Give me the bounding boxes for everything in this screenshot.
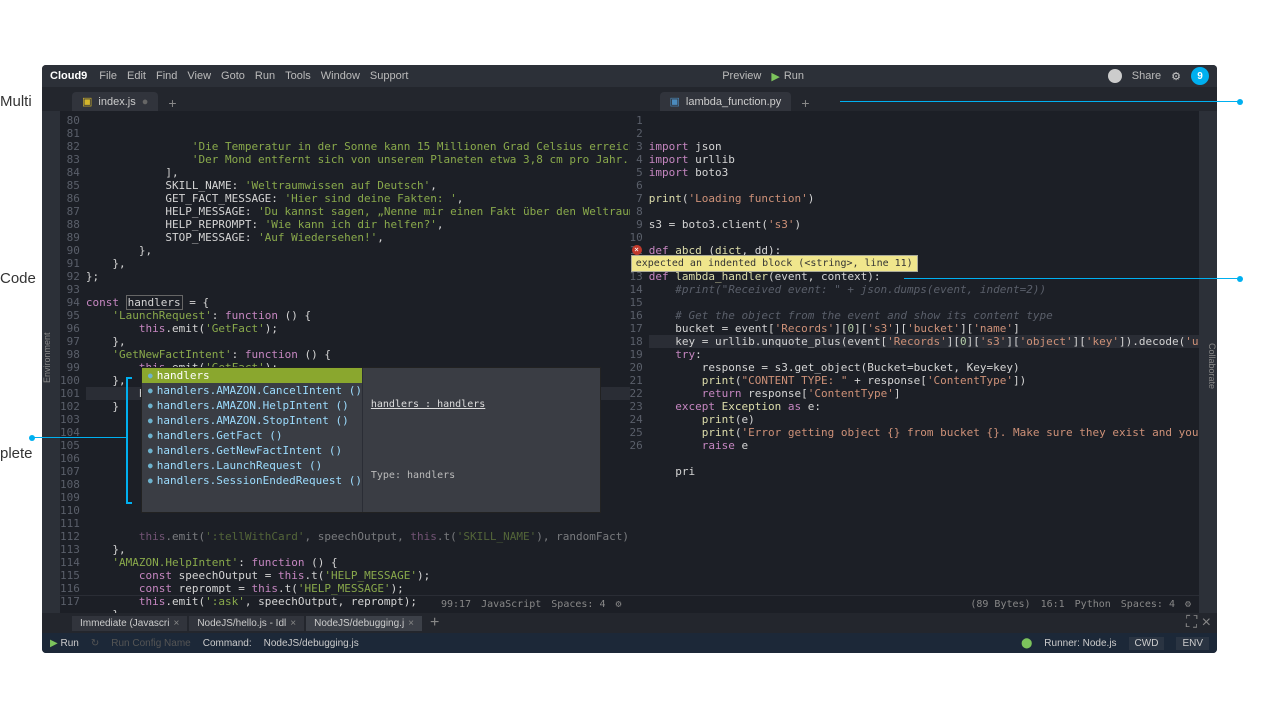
close-icon[interactable]: × — [408, 618, 414, 629]
env-button[interactable]: ENV — [1176, 637, 1209, 650]
menu-view[interactable]: View — [187, 70, 211, 82]
bottom-tabs: Immediate (Javascri ×NodeJS/hello.js - I… — [42, 613, 1217, 633]
run-button[interactable]: ▶Run — [771, 70, 804, 83]
annotation-line — [840, 101, 1240, 102]
share-button[interactable]: Share — [1132, 70, 1161, 82]
menu-run[interactable]: Run — [255, 70, 275, 82]
restart-icon[interactable]: ↻ — [91, 638, 99, 649]
menu-file[interactable]: File — [99, 70, 117, 82]
play-icon: ▶ — [771, 70, 779, 83]
sidepanel-collaborate[interactable]: Collaborate — [1207, 343, 1217, 389]
autocomplete-item[interactable]: ●handlers.SessionEndedRequest () — [142, 473, 362, 488]
add-tab-button[interactable]: + — [160, 95, 184, 111]
preview-button[interactable]: Preview — [722, 70, 761, 82]
add-tab-button-right[interactable]: + — [793, 95, 817, 111]
bottom-tab[interactable]: Immediate (Javascri × — [72, 616, 187, 631]
right-status-bar: (89 Bytes) 16:1 Python Spaces: 4 ⚙ — [630, 595, 1200, 613]
menu-edit[interactable]: Edit — [127, 70, 146, 82]
run-config-name-input[interactable]: Run Config Name — [111, 638, 190, 649]
sidepanel-environment[interactable]: Environment — [42, 333, 52, 384]
language-mode[interactable]: Python — [1075, 599, 1111, 610]
command-label: Command: — [203, 638, 252, 649]
left-gutter[interactable]: 8081828384858687888990919293949596979899… — [60, 111, 86, 595]
right-gutter[interactable]: 1234567891011×12131415161718192021222324… — [630, 111, 649, 595]
add-bottom-tab[interactable]: + — [424, 614, 445, 632]
tab-bar: ▣ index.js ● + ▣ lambda_function.py + — [42, 87, 1217, 111]
code-hint-tooltip: expected an indented block (<string>, li… — [631, 255, 918, 272]
run-config-bar: ▶ Run ↻ Run Config Name Command: NodeJS/… — [42, 633, 1217, 653]
indent-setting[interactable]: Spaces: 4 — [1121, 599, 1175, 610]
menu-support[interactable]: Support — [370, 70, 409, 82]
brand[interactable]: Cloud9 — [50, 70, 87, 82]
left-code-content[interactable]: 'Die Temperatur in der Sonne kann 15 Mil… — [86, 111, 630, 595]
tab-modified-dot-icon: ● — [142, 96, 149, 108]
annotation-multi: Multi — [0, 93, 32, 110]
gear-icon[interactable]: ⚙ — [1171, 70, 1181, 83]
autocomplete-item[interactable]: ●handlers.AMAZON.HelpIntent () — [142, 398, 362, 413]
annotation-line — [904, 278, 1240, 279]
menu-find[interactable]: Find — [156, 70, 177, 82]
right-code-content[interactable]: import jsonimport urllibimport boto3prin… — [649, 111, 1199, 595]
tab-lambda-function[interactable]: ▣ lambda_function.py — [660, 92, 792, 111]
cursor-position: 16:1 — [1041, 599, 1065, 610]
bracket-icon — [126, 377, 132, 504]
bottom-tab[interactable]: NodeJS/hello.js - Idl × — [189, 616, 304, 631]
autocomplete-item[interactable]: ●handlers — [142, 368, 362, 383]
right-sidepanel: CollaborateOutlineAWS ResourcesDebugger — [1199, 111, 1217, 613]
menu-tools[interactable]: Tools — [285, 70, 311, 82]
menu-goto[interactable]: Goto — [221, 70, 245, 82]
user-avatar-icon[interactable] — [1108, 69, 1122, 83]
autocomplete-item[interactable]: ●handlers.GetFact () — [142, 428, 362, 443]
ide-window: Cloud9 File Edit Find View Goto Run Tools Windo… — [42, 65, 1217, 653]
play-icon: ▶ — [50, 638, 58, 649]
file-size: (89 Bytes) — [970, 599, 1030, 610]
js-file-icon: ▣ — [82, 95, 92, 108]
annotation-code-hinting: Code — [0, 270, 36, 287]
annotation-autocomplete: plete — [0, 445, 33, 462]
left-sidepanel: EnvironmentNavigateCommands — [42, 111, 60, 613]
autocomplete-item[interactable]: ●handlers.AMAZON.CancelIntent () — [142, 383, 362, 398]
panel-controls[interactable]: ⛶ × — [1186, 614, 1217, 632]
annotation-line — [32, 437, 126, 438]
py-file-icon: ▣ — [670, 95, 680, 108]
runner-select[interactable]: Runner: Node.js — [1044, 638, 1116, 649]
cloud9-badge-icon[interactable]: 9 — [1191, 67, 1209, 85]
bottom-tab[interactable]: NodeJS/debugging.j × — [306, 616, 422, 631]
run-button-bottom[interactable]: ▶ Run — [50, 638, 79, 649]
left-editor[interactable]: 8081828384858687888990919293949596979899… — [60, 111, 630, 613]
gear-icon[interactable]: ⚙ — [1185, 599, 1191, 610]
bug-icon[interactable]: ⬤ — [1021, 638, 1032, 649]
menu-window[interactable]: Window — [321, 70, 360, 82]
command-value[interactable]: NodeJS/debugging.js — [264, 638, 359, 649]
close-icon[interactable]: × — [290, 618, 296, 629]
autocomplete-item[interactable]: ●handlers.LaunchRequest () — [142, 458, 362, 473]
autocomplete-popup[interactable]: ●handlers●handlers.AMAZON.CancelIntent (… — [141, 367, 601, 513]
menubar: Cloud9 File Edit Find View Goto Run Tools Windo… — [42, 65, 1217, 87]
autocomplete-item[interactable]: ●handlers.AMAZON.StopIntent () — [142, 413, 362, 428]
cwd-button[interactable]: CWD — [1129, 637, 1165, 650]
close-icon[interactable]: × — [173, 618, 179, 629]
right-editor[interactable]: 1234567891011×12131415161718192021222324… — [630, 111, 1200, 613]
autocomplete-doc: handlers : handlers Type: handlers — [362, 368, 600, 512]
tab-index-js[interactable]: ▣ index.js ● — [72, 92, 158, 111]
autocomplete-item[interactable]: ●handlers.GetNewFactIntent () — [142, 443, 362, 458]
